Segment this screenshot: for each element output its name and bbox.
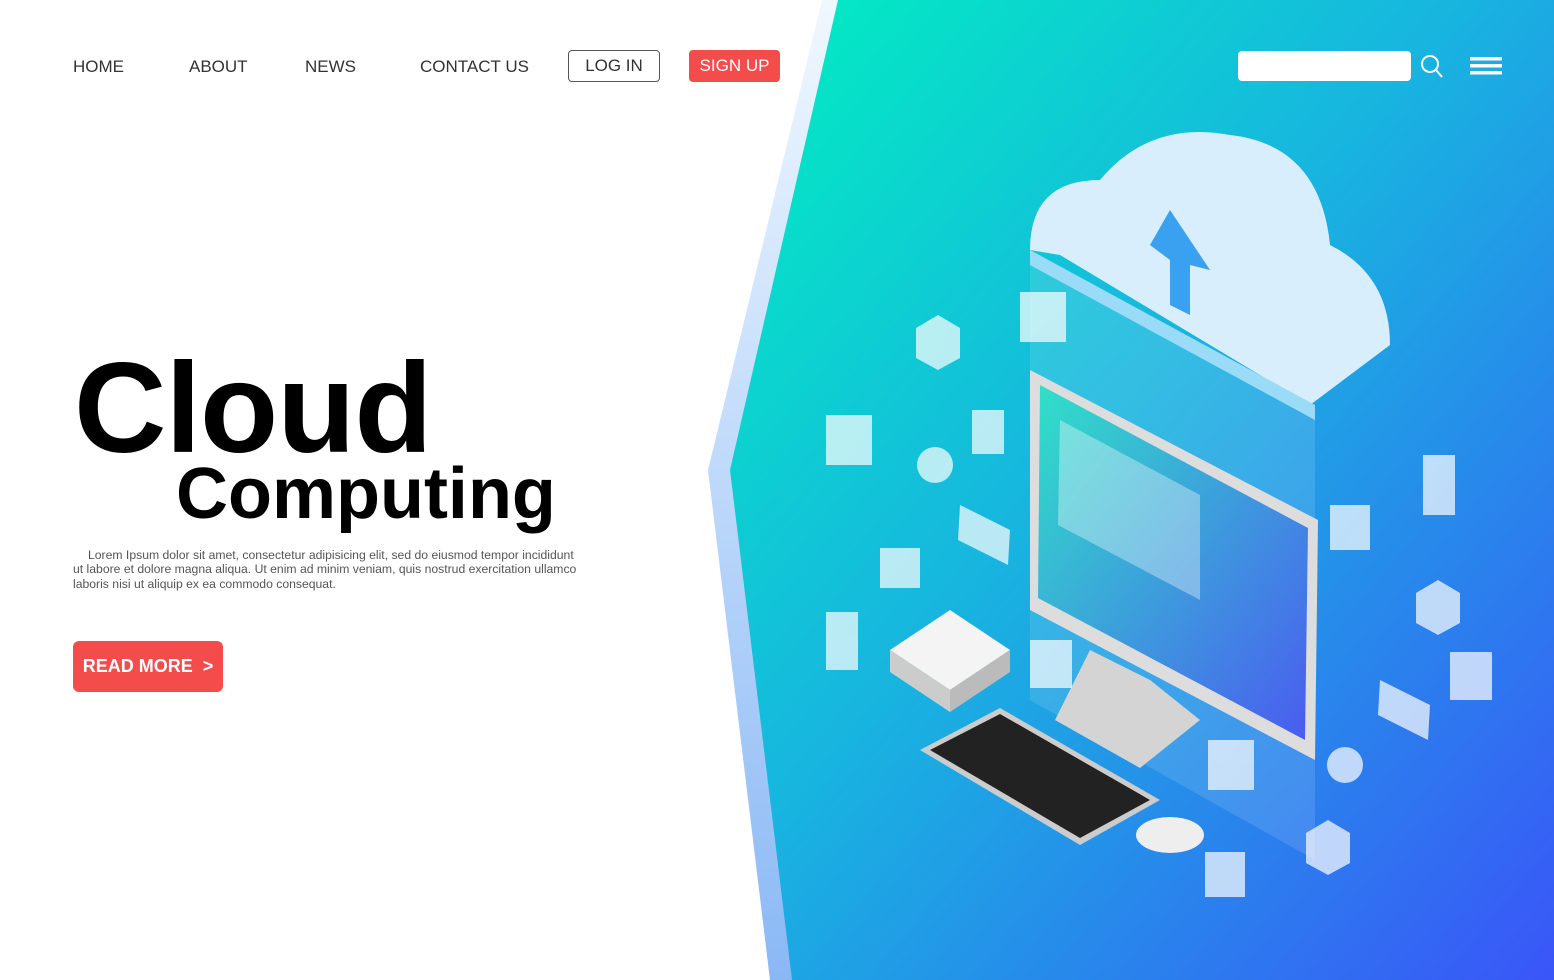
document-icon (826, 612, 858, 670)
login-button[interactable]: LOG IN (568, 50, 660, 82)
folder-icon (1020, 292, 1066, 342)
hamburger-menu-icon[interactable] (1470, 57, 1502, 75)
hero-subtitle: Computing (176, 454, 556, 534)
nav-news[interactable]: NEWS (305, 57, 356, 77)
hero-description: Lorem Ipsum dolor sit amet, consectetur … (73, 548, 577, 591)
image-icon (1330, 505, 1370, 550)
music-icon (1327, 747, 1363, 783)
document-icon (972, 410, 1004, 454)
mouse-icon (1136, 817, 1204, 853)
nav-home[interactable]: HOME (73, 57, 124, 77)
chevron-right-icon: > (202, 656, 214, 676)
nav-contact-us[interactable]: CONTACT US (420, 57, 529, 77)
video-icon (1450, 652, 1492, 700)
folder-icon (1208, 740, 1254, 790)
folder-icon (826, 415, 872, 465)
nav-about[interactable]: ABOUT (189, 57, 248, 77)
search-input[interactable] (1238, 51, 1411, 81)
image-icon (1205, 852, 1245, 897)
read-more-label: READ MORE (82, 656, 193, 676)
document-icon (1423, 455, 1455, 515)
video-icon (1030, 640, 1072, 688)
read-more-button[interactable]: READ MORE > (73, 641, 223, 692)
music-icon (917, 447, 953, 483)
search-icon[interactable] (1420, 54, 1444, 80)
signup-button[interactable]: SIGN UP (689, 50, 780, 82)
image-icon (880, 548, 920, 588)
